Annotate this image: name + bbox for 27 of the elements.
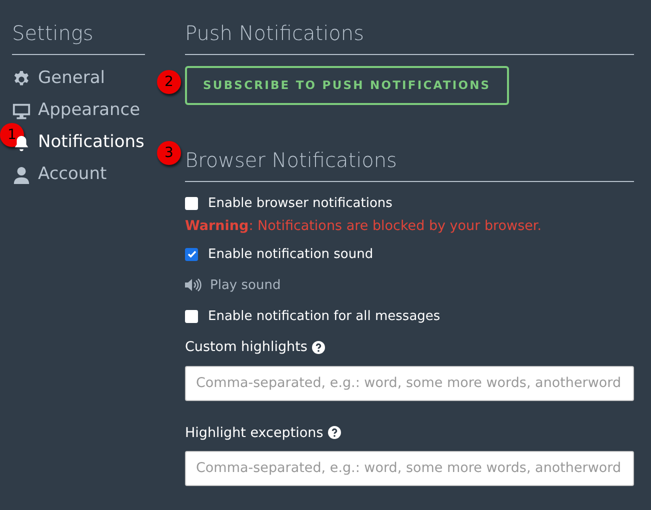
warning-text: Warning: Notifications are blocked by your browser. xyxy=(185,217,543,236)
subscribe-button[interactable]: SUBSCRIBE TO PUSH NOTIFICATIONS xyxy=(185,66,509,106)
help-icon[interactable] xyxy=(328,426,342,440)
checkbox-label[interactable]: Enable notification for all messages xyxy=(208,306,440,326)
callout-marker: 2 xyxy=(157,70,181,94)
text-field[interactable]: Comma-separated, e.g.: word, some more words, anotherword xyxy=(185,366,634,400)
checkbox[interactable] xyxy=(185,196,198,210)
text-field[interactable]: Comma-separated, e.g.: word, some more words, anotherword xyxy=(185,450,634,486)
sidebar-item[interactable]: General xyxy=(38,66,105,92)
sidebar-item[interactable]: Notifications xyxy=(38,130,144,156)
checkbox[interactable] xyxy=(185,248,198,261)
speaker-icon xyxy=(185,278,202,292)
field-label: Highlight exceptions xyxy=(185,424,324,442)
monitor-icon xyxy=(12,102,31,120)
checkbox-label[interactable]: Enable notification sound xyxy=(208,244,374,264)
section-heading: Push Notifications xyxy=(185,18,634,55)
section-heading: Browser Notifications xyxy=(185,145,634,182)
help-icon[interactable] xyxy=(312,340,326,354)
sidebar-item[interactable]: Account xyxy=(38,162,107,188)
play-sound-button[interactable]: Play sound xyxy=(185,276,281,295)
sidebar-title: Settings xyxy=(12,18,145,55)
sidebar-item[interactable]: Appearance xyxy=(38,98,140,124)
checkbox-label[interactable]: Enable browser notifications xyxy=(208,194,392,213)
person-icon xyxy=(12,166,31,184)
checkbox[interactable] xyxy=(185,310,198,323)
callout-marker: 3 xyxy=(157,141,181,165)
field-label: Custom highlights xyxy=(185,338,308,358)
